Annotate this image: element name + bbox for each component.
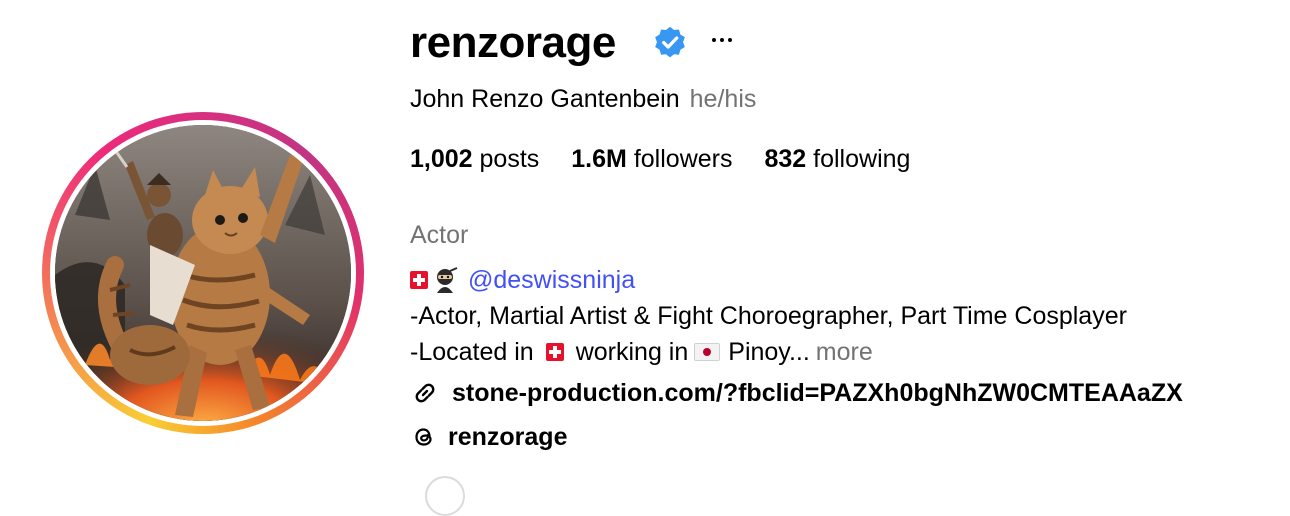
posts-stat: 1,002 posts [410,144,539,174]
following-label: following [813,145,911,173]
verified-badge-icon [655,26,685,58]
posts-label: posts [479,145,540,173]
avatar-frame [50,120,356,426]
ninja-icon [437,267,458,293]
full-name-row: John Renzo Gantenbein he/his [410,84,756,114]
bio-location-middle: working in [575,338,689,366]
more-options-button[interactable] [705,26,739,54]
bio-location-prefix: -Located in [410,338,534,366]
external-link[interactable]: stone-production.com/?fbclid=PAZXh0bgNhZ… [410,376,1183,410]
followers-label: followers [633,145,733,173]
flag-switzerland-icon [410,271,428,289]
profile-bio: @deswissninja -Actor, Martial Artist & F… [410,262,1127,370]
pronouns: he/his [689,85,757,113]
external-link-url[interactable]: stone-production.com/?fbclid=PAZXh0bgNhZ… [452,376,1183,410]
bio-mention-link[interactable]: @deswissninja [468,262,635,298]
highlight-thumbnail[interactable] [425,476,465,516]
more-options-icon [712,38,716,42]
profile-stats: 1,002 posts 1.6M followers 832 following [410,144,910,174]
posts-count: 1,002 [410,145,473,173]
followers-stat[interactable]: 1.6M followers [571,144,732,174]
threads-link[interactable]: renzorage [410,420,567,454]
link-icon [415,383,435,403]
threads-icon [415,428,432,446]
bio-more-button[interactable]: more [816,334,873,370]
profile-avatar-ring[interactable] [42,112,364,434]
more-options-icon-dot [720,38,724,42]
bio-line-location: -Located in working in Pinoy... more [410,334,1127,370]
threads-handle[interactable]: renzorage [448,420,567,454]
flag-switzerland-icon [545,343,564,361]
avatar-picture [55,125,351,421]
profile-avatar[interactable] [55,125,351,421]
profile-username: renzorage [410,18,616,67]
bio-line-description: -Actor, Martial Artist & Fight Choroegra… [410,302,1127,330]
bio-line-mention: @deswissninja [410,262,1127,298]
bio-location-suffix: Pinoy... [728,338,810,366]
profile-category: Actor [410,221,469,249]
followers-count: 1.6M [571,145,627,173]
full-name: John Renzo Gantenbein [410,85,680,113]
more-options-icon-dot [728,38,732,42]
following-count: 832 [764,145,807,173]
following-stat[interactable]: 832 following [764,144,910,174]
flag-japan-icon [694,343,721,361]
